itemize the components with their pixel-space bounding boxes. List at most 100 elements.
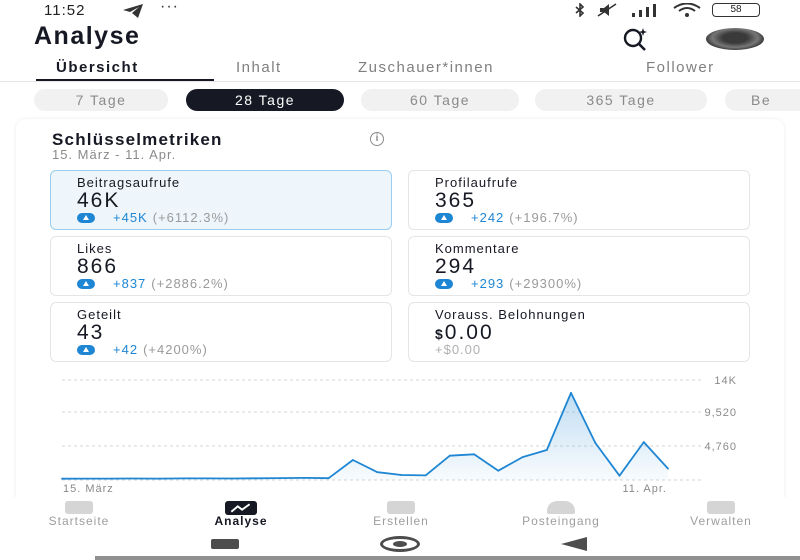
- mute-icon: [597, 3, 617, 17]
- analytics-icon: [225, 501, 257, 515]
- chart-point: [497, 469, 500, 472]
- nav-label: Analyse: [214, 514, 268, 528]
- chart-point: [352, 459, 354, 461]
- chart-point: [109, 477, 112, 480]
- telegram-icon: [123, 4, 143, 18]
- nav-verwalten[interactable]: Verwalten: [656, 497, 786, 533]
- chart-point: [303, 477, 306, 479]
- metric-shares[interactable]: Geteilt 43 +42 (+4200%): [50, 302, 392, 362]
- status-icons: 58: [574, 3, 760, 17]
- home-button[interactable]: [380, 536, 420, 552]
- chart-point: [521, 456, 524, 458]
- tab-follower[interactable]: Follower: [646, 59, 715, 76]
- nav-posteingang[interactable]: Posteingang: [496, 497, 626, 533]
- metric-delta: +293: [471, 276, 505, 291]
- metric-change: +42 (+4200%): [77, 342, 208, 357]
- nav-label: Startseite: [48, 514, 110, 528]
- chart-point: [400, 474, 403, 476]
- chart-point: [570, 392, 572, 394]
- arrow-up-icon: [435, 278, 453, 289]
- nav-label: Posteingang: [522, 514, 600, 528]
- period-chip-28[interactable]: 28 Tage: [186, 89, 344, 111]
- period-chip-60[interactable]: 60 Tage: [361, 89, 519, 111]
- metric-label: Vorauss. Belohnungen: [435, 307, 586, 322]
- status-more-icon: ···: [160, 0, 179, 15]
- period-chip-7[interactable]: 7 Tage: [34, 89, 168, 111]
- metric-change: +837 (+2886.2%): [77, 276, 229, 291]
- metric-percent: (+196.7%): [509, 210, 579, 225]
- y-tick-label: 14K: [714, 375, 737, 387]
- create-icon: [387, 501, 415, 514]
- back-button[interactable]: [561, 537, 587, 551]
- chart-point: [206, 477, 209, 480]
- chart-point: [473, 453, 475, 456]
- metric-percent: (+4200%): [143, 342, 208, 357]
- wifi-icon: [673, 3, 701, 17]
- signal-icon: [632, 4, 656, 17]
- arrow-up-icon: [77, 344, 95, 355]
- chart-point: [230, 477, 233, 480]
- metric-change: +293 (+29300%): [435, 276, 582, 291]
- y-tick-label: 9,520: [704, 407, 737, 419]
- nav-startseite[interactable]: Startseite: [14, 497, 144, 533]
- battery-icon: 58: [712, 3, 760, 17]
- arrow-up-icon: [77, 278, 95, 289]
- nav-erstellen[interactable]: Erstellen: [336, 497, 466, 533]
- metric-sub: +$0.00: [435, 342, 482, 357]
- nav-label: Erstellen: [373, 514, 429, 528]
- views-chart: 14K 9,520 4,760 15. März 11. Apr.: [61, 375, 737, 495]
- metric-delta: +837: [113, 276, 147, 291]
- date-range: 15. März - 11. Apr.: [52, 147, 177, 162]
- period-chip-custom[interactable]: Be: [725, 89, 800, 111]
- metric-percent: (+29300%): [509, 276, 583, 291]
- metric-delta: +42: [113, 342, 139, 357]
- system-nav-bar: [95, 533, 800, 560]
- chart-point: [85, 477, 88, 480]
- page-title: Analyse: [34, 22, 141, 50]
- metric-change: +242 (+196.7%): [435, 210, 579, 225]
- bluetooth-icon: [575, 3, 585, 17]
- rewards-value: 0.00: [444, 321, 494, 344]
- metric-comments[interactable]: Kommentare 294 +293 (+29300%): [408, 236, 750, 296]
- nav-analyse[interactable]: Analyse: [176, 497, 306, 533]
- metric-label: Profilaufrufe: [435, 175, 519, 190]
- avatar[interactable]: [706, 28, 764, 50]
- tab-uebersicht[interactable]: Übersicht: [56, 59, 139, 76]
- chart-point: [642, 441, 645, 443]
- inbox-icon: [547, 501, 575, 514]
- home-icon: [65, 501, 93, 514]
- chart-point: [618, 474, 621, 477]
- metric-estimated-rewards[interactable]: Vorauss. Belohnungen $0.00 +$0.00: [408, 302, 750, 362]
- metric-label: Beitragsaufrufe: [77, 175, 181, 190]
- metric-likes[interactable]: Likes 866 +837 (+2886.2%): [50, 236, 392, 296]
- metric-delta: +242: [471, 210, 505, 225]
- metric-post-views[interactable]: Beitragsaufrufe 46K +45K (+6112.3%): [50, 170, 392, 230]
- period-chip-365[interactable]: 365 Tage: [535, 89, 707, 111]
- status-bar: 11:52 ··· 58: [0, 0, 800, 22]
- manage-icon: [707, 501, 735, 514]
- chart-point: [327, 477, 330, 480]
- chart-point: [255, 477, 257, 480]
- tab-zuschauer[interactable]: Zuschauer*innen: [358, 59, 494, 76]
- metric-profile-views[interactable]: Profilaufrufe 365 +242 (+196.7%): [408, 170, 750, 230]
- chart-point: [182, 477, 185, 480]
- search-sparkle-icon[interactable]: [622, 26, 648, 52]
- recent-apps-button[interactable]: [211, 539, 239, 549]
- chart-point: [158, 477, 160, 480]
- chart-point: [424, 474, 427, 477]
- chart-point: [448, 454, 451, 457]
- metric-label: Geteilt: [77, 307, 122, 322]
- x-end-label: 11. Apr.: [623, 483, 668, 495]
- info-icon[interactable]: i: [370, 132, 384, 146]
- chart-point: [133, 477, 136, 480]
- tab-inhalt[interactable]: Inhalt: [236, 59, 282, 76]
- chart-point: [545, 449, 548, 451]
- chart-point: [667, 467, 669, 470]
- metric-percent: (+6112.3%): [152, 210, 230, 225]
- y-tick-label: 4,760: [704, 441, 737, 453]
- chart-point: [279, 477, 282, 479]
- metric-percent: (+2886.2%): [151, 276, 229, 291]
- metric-label: Kommentare: [435, 241, 520, 256]
- chart-point: [61, 477, 63, 480]
- currency-symbol: $: [435, 326, 445, 342]
